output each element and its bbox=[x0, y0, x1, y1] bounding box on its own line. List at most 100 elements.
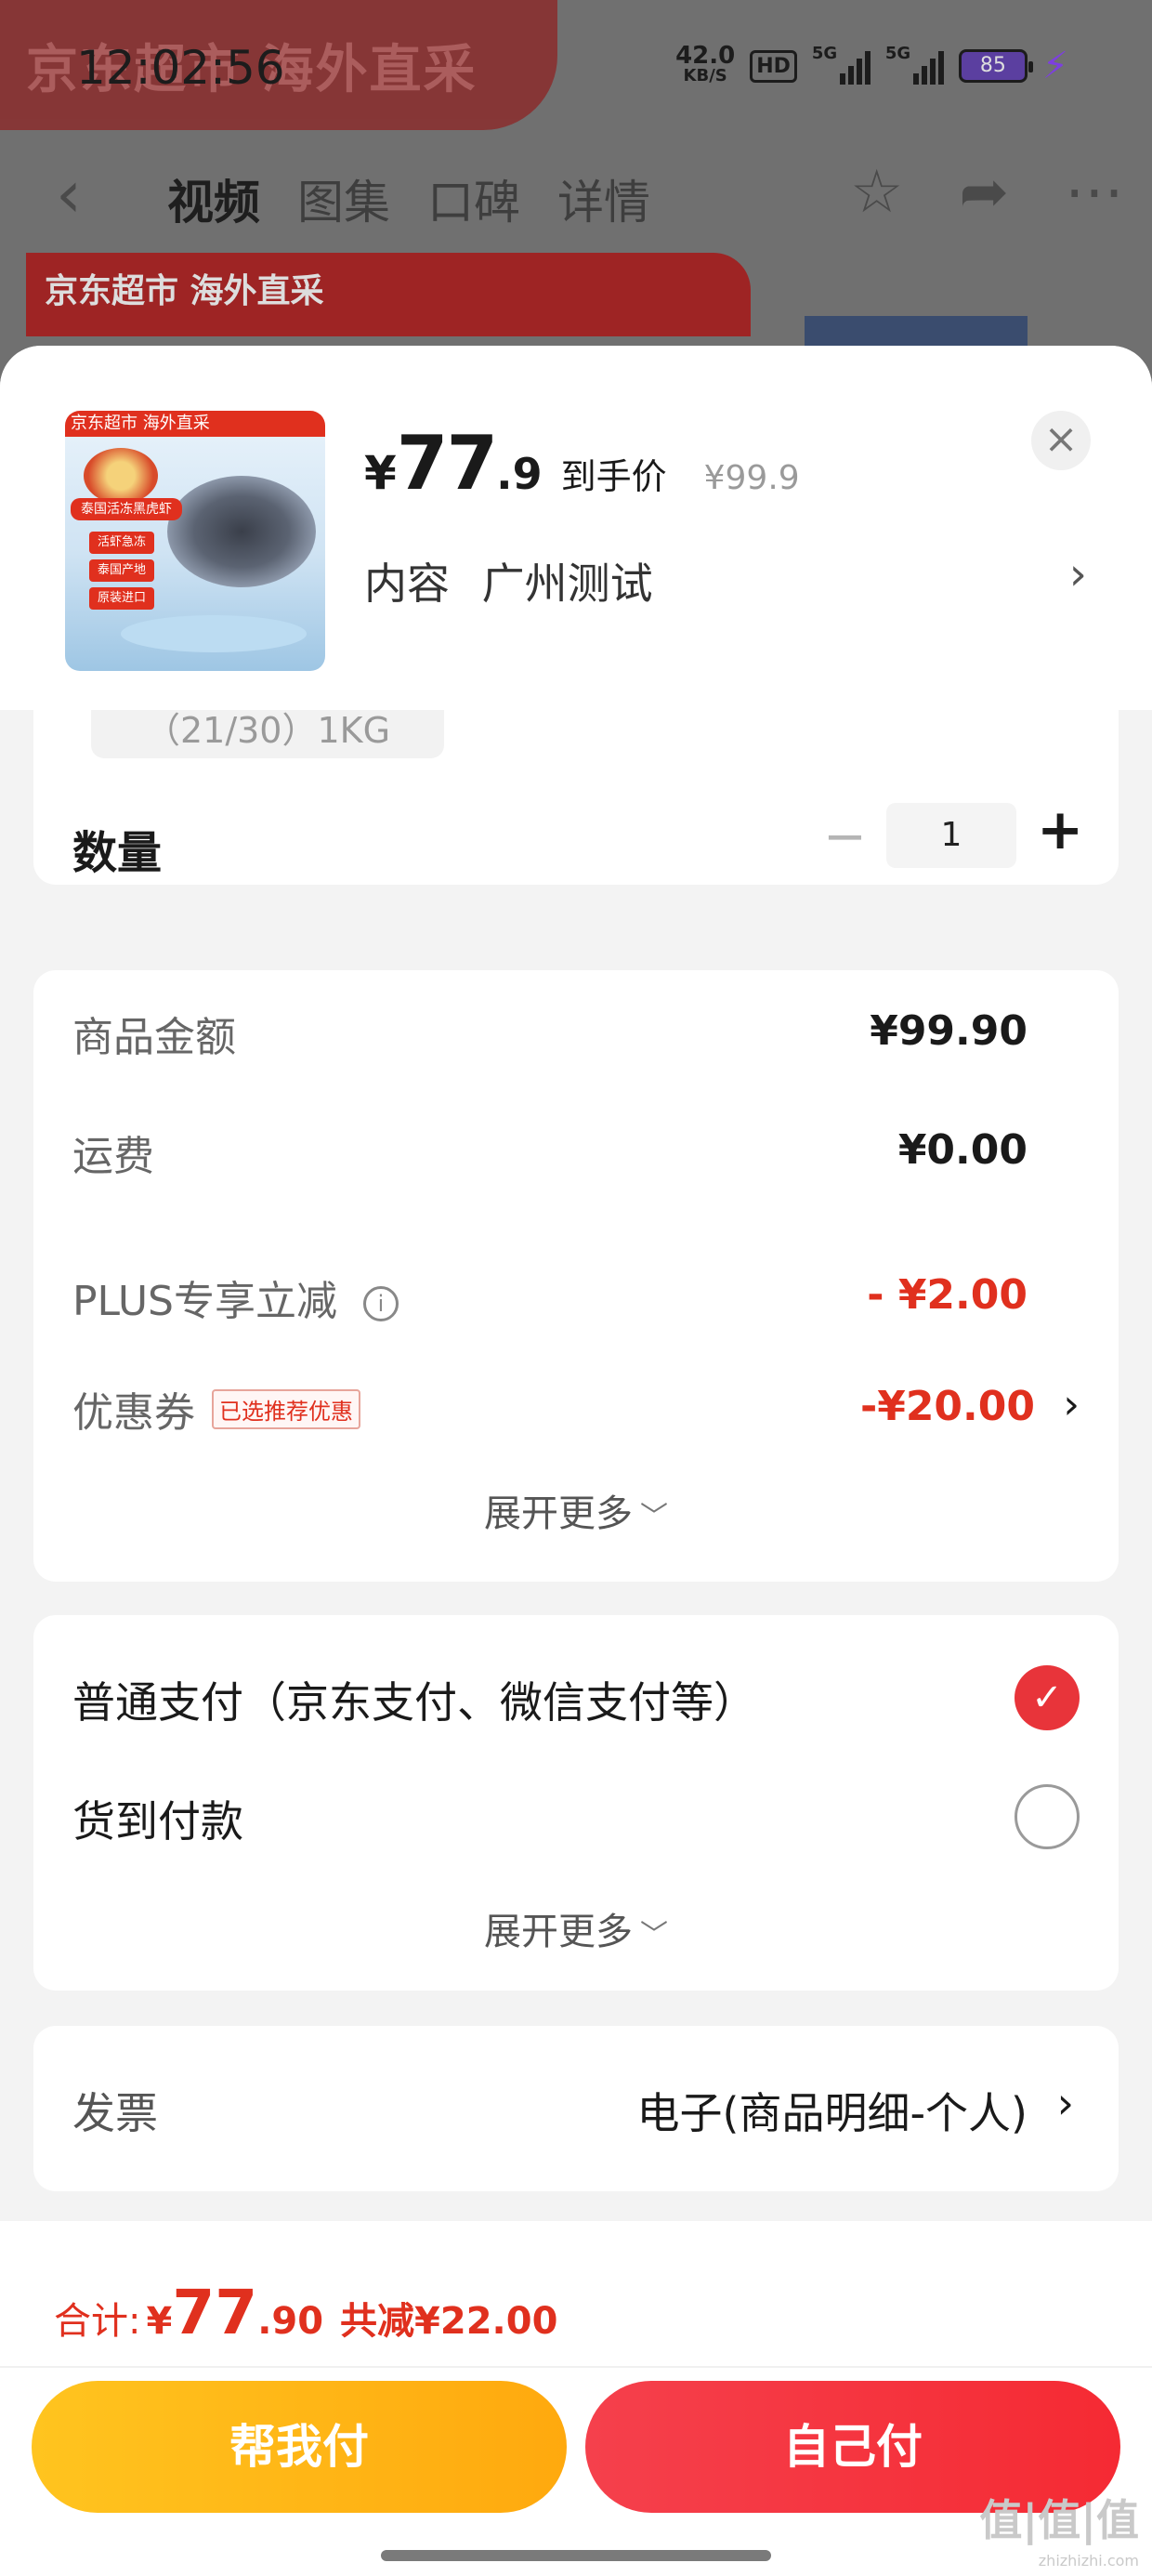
shrimp-image bbox=[167, 476, 316, 587]
price-label: 到手价 bbox=[560, 456, 667, 497]
total-label: 合计: bbox=[54, 2300, 141, 2343]
more-icon[interactable]: ⋯ bbox=[1065, 158, 1124, 227]
chevron-right-icon[interactable]: › bbox=[1069, 548, 1087, 600]
chevron-down-icon: ﹀ bbox=[640, 1919, 668, 1952]
product-header: 京东超市 海外直采 泰国活冻黑虎虾 活虾急冻 泰国产地 原装进口 ¥ 77 .9… bbox=[0, 346, 1152, 710]
network-speed-unit: KB/S bbox=[683, 66, 727, 85]
shipping-label: 运费 bbox=[72, 1133, 154, 1180]
background-nav: ‹ 视频 图集 口碑 详情 ☆ ➦ ⋯ bbox=[0, 149, 1152, 251]
product-thumbnail[interactable]: 京东超市 海外直采 泰国活冻黑虎虾 活虾急冻 泰国产地 原装进口 bbox=[65, 411, 325, 671]
chevron-right-icon[interactable]: › bbox=[1063, 1381, 1080, 1428]
watermark: 值|值|值 zhizhizhi.com bbox=[979, 2499, 1139, 2576]
tab-reviews[interactable]: 口碑 bbox=[427, 165, 520, 232]
spec-selector[interactable]: 内容 广州测试 bbox=[364, 550, 653, 611]
thumbnail-tag: 泰国产地 bbox=[89, 559, 154, 582]
original-price: ¥99.9 bbox=[703, 459, 800, 497]
chevron-down-icon: ﹀ bbox=[640, 1501, 668, 1533]
coupon-value: -¥20.00 bbox=[859, 1383, 1035, 1430]
status-time: 12:02:56 bbox=[76, 41, 285, 95]
ask-friend-pay-button[interactable]: 帮我付 bbox=[32, 2381, 567, 2513]
payment-option-online[interactable]: 普通支付（京东支付、微信支付等） ✓ bbox=[72, 1660, 1080, 1734]
share-icon[interactable]: ➦ bbox=[959, 158, 1009, 227]
invoice-label: 发票 bbox=[72, 2088, 158, 2138]
expand-more-label: 展开更多 bbox=[484, 1911, 633, 1953]
expand-more-label: 展开更多 bbox=[484, 1492, 633, 1535]
coupon-tag: 已选推荐优惠 bbox=[212, 1389, 360, 1429]
signal-icon-secondary: 5G bbox=[884, 44, 944, 85]
background-badge: 京东超市 海外直采 bbox=[26, 253, 751, 336]
back-icon[interactable]: ‹ bbox=[56, 156, 82, 232]
price-integer: 77 bbox=[396, 420, 498, 506]
sku-card: （21/30）1KG 数量 − 1 + bbox=[33, 710, 1119, 885]
signal-label-secondary: 5G bbox=[884, 44, 911, 63]
status-bar: 12:02:56 42.0 KB/S HD 5G 5G 85 ⚡ bbox=[0, 0, 1152, 130]
coupon-label: 优惠券 已选推荐优惠 bbox=[72, 1379, 360, 1439]
goods-amount-row: 商品金额 ¥99.90 bbox=[72, 1004, 1080, 1069]
payment-option-cod[interactable]: 货到付款 bbox=[72, 1779, 1080, 1853]
thumbnail-header: 京东超市 海外直采 bbox=[65, 411, 325, 437]
invoice-value: 电子(商品明细-个人) bbox=[636, 2088, 1028, 2138]
hd-icon: HD bbox=[750, 49, 797, 83]
spec-prefix: 内容 bbox=[364, 559, 450, 609]
tab-gallery[interactable]: 图集 bbox=[297, 165, 390, 232]
network-speed: 42.0 KB/S bbox=[675, 44, 735, 86]
shipping-value: ¥0.00 bbox=[897, 1126, 1028, 1174]
info-icon[interactable]: i bbox=[363, 1286, 399, 1321]
quantity-label: 数量 bbox=[72, 827, 163, 879]
shipping-row: 运费 ¥0.00 bbox=[72, 1123, 1080, 1188]
price-decimal: .9 bbox=[496, 449, 543, 499]
background-actions: ☆ ➦ ⋯ bbox=[850, 158, 1124, 227]
tab-video[interactable]: 视频 bbox=[167, 165, 260, 232]
spec-value: 广州测试 bbox=[481, 559, 653, 609]
checkout-footer: 合计: ¥ 77 .90 共减¥22.00 帮我付 自己付 值|值|值 zhiz… bbox=[0, 2221, 1152, 2576]
quantity-input[interactable]: 1 bbox=[886, 803, 1016, 868]
home-indicator[interactable] bbox=[381, 2550, 771, 2561]
payment-option-label: 普通支付（京东支付、微信支付等） bbox=[72, 1677, 756, 1728]
footer-divider bbox=[0, 2366, 1152, 2368]
plus-discount-value: - ¥2.00 bbox=[867, 1271, 1028, 1319]
thumbnail-title: 泰国活冻黑虎虾 bbox=[71, 498, 182, 520]
quantity-decrease-button[interactable]: − bbox=[823, 807, 867, 867]
battery-icon: 85 bbox=[958, 49, 1033, 83]
total-currency: ¥ bbox=[146, 2300, 173, 2343]
coupon-text: 优惠券 bbox=[72, 1389, 195, 1437]
radio-icon[interactable] bbox=[1015, 1784, 1080, 1849]
quantity-increase-button[interactable]: + bbox=[1037, 797, 1083, 862]
thumbnail-tag: 原装进口 bbox=[89, 587, 154, 610]
background-tabs: 视频 图集 口碑 详情 bbox=[167, 165, 650, 232]
coupon-row[interactable]: 优惠券 已选推荐优惠 -¥20.00 › bbox=[72, 1379, 1080, 1444]
ice-image bbox=[121, 615, 307, 652]
watermark-text: 值|值|值 bbox=[979, 2495, 1139, 2545]
tab-details[interactable]: 详情 bbox=[557, 165, 650, 232]
expand-more-button[interactable]: 展开更多 ﹀ bbox=[33, 1483, 1119, 1537]
chevron-right-icon[interactable]: › bbox=[1057, 2078, 1074, 2128]
total-integer: 77 bbox=[172, 2277, 258, 2348]
amounts-card-lower: PLUS专享立减 i - ¥2.00 优惠券 已选推荐优惠 -¥20.00 › 展开… bbox=[33, 1199, 1119, 1582]
expand-more-button[interactable]: 展开更多 ﹀ bbox=[33, 1901, 1119, 1955]
price-currency: ¥ bbox=[364, 446, 397, 500]
watermark-site: zhizhizhi.com bbox=[1038, 2552, 1139, 2569]
plus-discount-text: PLUS专享立减 bbox=[72, 1278, 337, 1325]
signal-label: 5G bbox=[811, 44, 838, 63]
goods-amount-value: ¥99.90 bbox=[870, 1007, 1028, 1055]
goods-amount-label: 商品金额 bbox=[72, 1014, 236, 1061]
total-row: 合计: ¥ 77 .90 共减¥22.00 bbox=[54, 2277, 557, 2348]
status-indicators: 42.0 KB/S HD 5G 5G 85 ⚡ bbox=[675, 44, 1068, 87]
invoice-card[interactable]: 发票 电子(商品明细-个人) › bbox=[33, 2026, 1119, 2191]
payment-option-label: 货到付款 bbox=[72, 1796, 243, 1847]
close-button[interactable]: × bbox=[1031, 411, 1091, 470]
signal-icon: 5G bbox=[811, 44, 871, 85]
sku-chip[interactable]: （21/30）1KG bbox=[91, 710, 444, 758]
plus-discount-row: PLUS专享立减 i - ¥2.00 bbox=[72, 1268, 1080, 1333]
price-row: ¥ 77 .9 到手价 ¥99.9 bbox=[364, 420, 800, 506]
total-decimal: .90 bbox=[257, 2300, 324, 2343]
checked-radio-icon[interactable]: ✓ bbox=[1015, 1665, 1080, 1730]
charging-icon: ⚡ bbox=[1041, 45, 1068, 87]
thumbnail-badge-image bbox=[84, 448, 158, 504]
thumbnail-tag: 活虾急冻 bbox=[89, 532, 154, 554]
star-icon[interactable]: ☆ bbox=[850, 158, 903, 227]
plus-discount-label: PLUS专享立减 i bbox=[72, 1268, 399, 1327]
payment-card: 普通支付（京东支付、微信支付等） ✓ 货到付款 展开更多 ﹀ bbox=[33, 1615, 1119, 1991]
pay-myself-button[interactable]: 自己付 bbox=[585, 2381, 1120, 2513]
page: 京东超市 海外直采 12:02:56 42.0 KB/S HD 5G 5G 85… bbox=[0, 0, 1152, 2576]
